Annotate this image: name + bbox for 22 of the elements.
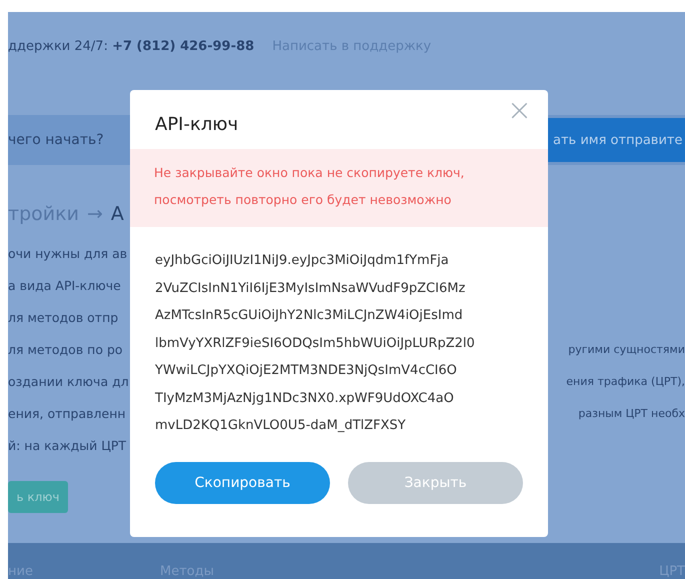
support-phone-text: ддержки 24/7: +7 (812) 426-99-88 xyxy=(8,38,254,54)
description-text: очи нужны для ав xyxy=(8,246,128,260)
copy-button[interactable]: Скопировать xyxy=(155,462,330,504)
description-text: ения трафика (ЦРТ), xyxy=(565,374,685,388)
description-text: ля методов отпр xyxy=(8,310,118,324)
breadcrumb-arrow: → xyxy=(86,203,103,225)
close-dialog-button[interactable]: Закрыть xyxy=(348,462,523,504)
api-key-text: eyJhbGciOiJIUzI1NiJ9.eyJpc3MiOiJqdm1fYmFja 2VuZCIsInN1YiI6IjE3MyIsImNsaWVudF9pZCI6Mz AzMTcsInR5cGUiOiJhY2Nlc3MiLCJnZW4iOjEsImd lbmVyYXRlZF9ieSI6ODQsIm5hbWUiOiJpLURpZ2l0 YWwiLCJpYXQiOjE2MTM3NDE3NjQsImV4cCI6O TIyMzM3MjAzNjg1NDc3NX0.xpWF9UdOXC4aO mvLD2KQ1GknVLO0U5-daM_dTlZFXSY xyxy=(154,252,476,435)
description-text: а вида API-ключе xyxy=(8,278,121,292)
description-text: ля методов по ро xyxy=(8,342,123,356)
description-text: ругими сущностями xyxy=(567,342,685,356)
banner-text: чего начать? xyxy=(8,132,104,148)
page-heading: A xyxy=(110,203,124,225)
description-text: ения, отправленн xyxy=(8,406,126,420)
description-text: оздании ключа дл xyxy=(8,374,129,388)
banner-button[interactable]: ать имя отправите xyxy=(545,118,685,162)
description-text: й: на каждый ЦРТ xyxy=(8,438,126,452)
close-button[interactable]: × xyxy=(506,96,532,126)
warning-message: Не закрывайте окно пока не скопируете ключ, посмотреть повторно его будет невозможно xyxy=(130,149,548,227)
dialog-title: API-ключ xyxy=(155,114,238,135)
create-key-button[interactable]: ь ключ xyxy=(8,481,68,513)
description-text: разным ЦРТ необх xyxy=(577,406,685,420)
